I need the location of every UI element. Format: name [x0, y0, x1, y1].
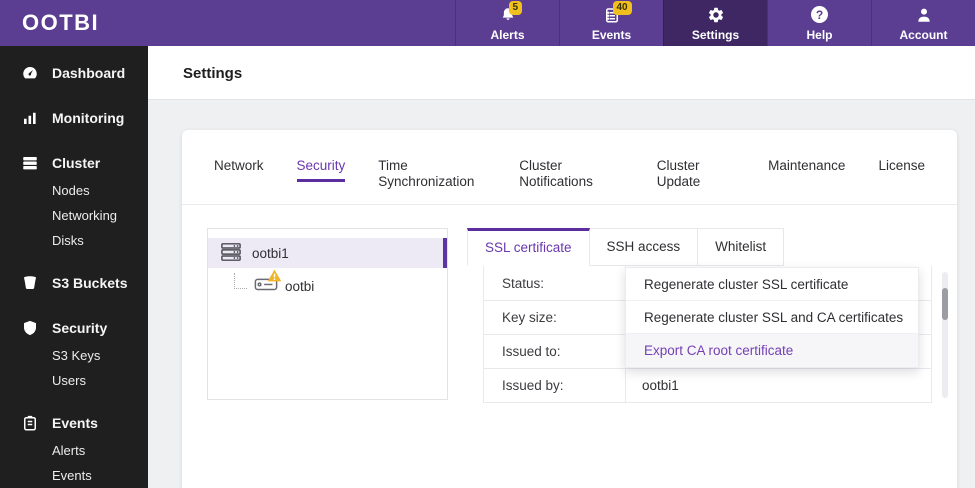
topbar-item-alerts[interactable]: 5 Alerts — [455, 0, 559, 46]
help-icon: ? — [811, 5, 828, 25]
tab-time-synchronization[interactable]: Time Synchronization — [378, 158, 486, 199]
sidebar-item-networking[interactable]: Networking — [0, 203, 148, 228]
sidebar-item-cluster[interactable]: Cluster — [0, 148, 148, 178]
topbar-item-label: Account — [899, 27, 948, 42]
sidebar: Dashboard Monitoring Cluster Nodes Netwo… — [0, 46, 148, 488]
tree-item-label: ootbi1 — [252, 245, 289, 261]
cluster-tree-panel: ootbi1 ootbi — [207, 228, 448, 400]
topbar-item-label: Events — [591, 27, 632, 42]
topbar-item-events[interactable]: 40 Events — [559, 0, 663, 46]
sidebar-item-label: Security — [52, 320, 108, 336]
topbar-item-label: Alerts — [490, 27, 525, 42]
appliance-icon — [254, 269, 282, 296]
sidebar-item-events[interactable]: Events — [0, 408, 148, 438]
gauge-icon — [21, 64, 39, 82]
sidebar-item-disks[interactable]: Disks — [0, 228, 148, 253]
tree-item-label: ootbi — [285, 278, 315, 294]
scrollbar-thumb[interactable] — [942, 288, 948, 320]
menu-item-regenerate-ssl-ca[interactable]: Regenerate cluster SSL and CA certificat… — [626, 301, 918, 334]
event-list-icon: 40 — [603, 0, 632, 25]
topbar-item-help[interactable]: ? Help — [767, 0, 871, 46]
settings-tab-bar: Network Security Time Synchronization Cl… — [182, 130, 957, 205]
sidebar-item-s3-buckets[interactable]: S3 Buckets — [0, 268, 148, 298]
row-value: ootbi1 — [642, 378, 679, 393]
tab-cluster-notifications[interactable]: Cluster Notifications — [519, 158, 623, 199]
sidebar-item-security[interactable]: Security — [0, 313, 148, 343]
topbar-item-label: Settings — [691, 27, 740, 42]
server-stack-icon — [220, 242, 242, 265]
sidebar-item-label: Events — [52, 415, 98, 431]
tree-item-ootbi[interactable]: ootbi — [208, 269, 447, 301]
sidebar-item-alerts[interactable]: Alerts — [0, 438, 148, 463]
row-label: Issued by: — [484, 369, 626, 402]
sidebar-item-events-sub[interactable]: Events — [0, 463, 148, 488]
tab-cluster-update[interactable]: Cluster Update — [657, 158, 735, 199]
tab-maintenance[interactable]: Maintenance — [768, 158, 845, 182]
events-badge: 40 — [612, 0, 632, 15]
row-label: Issued to: — [484, 335, 626, 368]
topbar-item-settings[interactable]: Settings — [663, 0, 767, 46]
sidebar-item-users[interactable]: Users — [0, 368, 148, 393]
certificate-context-menu: Regenerate cluster SSL certificate Regen… — [625, 267, 919, 368]
table-row: Issued by: ootbi1 — [484, 368, 931, 402]
user-icon — [915, 5, 933, 25]
bar-chart-icon — [21, 109, 39, 127]
tree-item-ootbi1[interactable]: ootbi1 — [208, 238, 447, 268]
alerts-badge: 5 — [508, 0, 523, 15]
topbar-item-label: Help — [806, 27, 833, 42]
sidebar-item-label: S3 Buckets — [52, 275, 128, 291]
settings-card: Network Security Time Synchronization Cl… — [182, 130, 957, 488]
brand-logo[interactable]: OOTBI — [0, 0, 300, 46]
clipboard-icon — [21, 414, 39, 432]
tab-security[interactable]: Security — [296, 158, 346, 182]
bucket-icon — [21, 274, 39, 292]
warning-icon — [267, 269, 282, 285]
selected-indicator — [443, 238, 447, 268]
row-label: Key size: — [484, 301, 626, 334]
sidebar-item-monitoring[interactable]: Monitoring — [0, 103, 148, 133]
topbar-item-account[interactable]: Account — [871, 0, 975, 46]
shield-icon — [21, 319, 39, 337]
tab-network[interactable]: Network — [214, 158, 264, 182]
gear-icon — [707, 5, 725, 25]
sidebar-item-label: Dashboard — [52, 65, 126, 81]
row-label: Status: — [484, 266, 626, 300]
sidebar-item-label: Cluster — [52, 155, 101, 171]
tab-ssh-access[interactable]: SSH access — [589, 228, 699, 266]
tree-connector — [234, 273, 247, 289]
security-subtab-bar: SSL certificate SSH access Whitelist — [467, 228, 785, 266]
sidebar-item-label: Monitoring — [52, 110, 125, 126]
menu-item-export-ca-root[interactable]: Export CA root certificate — [626, 334, 918, 367]
tab-ssl-certificate[interactable]: SSL certificate — [467, 228, 590, 266]
sidebar-item-dashboard[interactable]: Dashboard — [0, 58, 148, 88]
servers-icon — [21, 154, 39, 172]
page-header: Settings — [148, 46, 975, 100]
menu-item-regenerate-ssl[interactable]: Regenerate cluster SSL certificate — [626, 268, 918, 301]
tab-license[interactable]: License — [878, 158, 925, 182]
panel-scrollbar[interactable] — [942, 272, 948, 398]
sidebar-item-nodes[interactable]: Nodes — [0, 178, 148, 203]
bell-icon: 5 — [499, 0, 523, 25]
tab-whitelist[interactable]: Whitelist — [698, 228, 785, 266]
topbar: OOTBI 5 Alerts 40 Events Settings ? Help… — [0, 0, 975, 46]
sidebar-item-s3-keys[interactable]: S3 Keys — [0, 343, 148, 368]
page-title: Settings — [183, 65, 243, 82]
